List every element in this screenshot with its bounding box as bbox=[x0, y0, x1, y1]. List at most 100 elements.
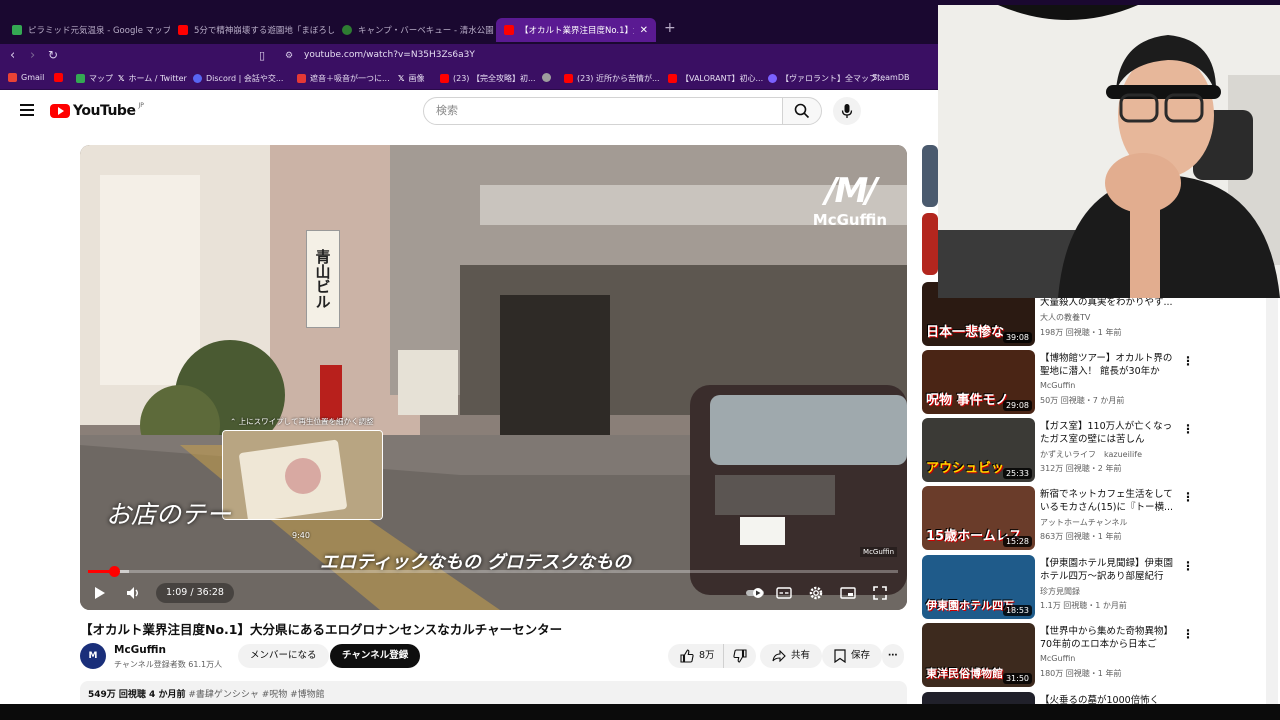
video-thumbnail[interactable]: 15歳ホームレス 15:28 bbox=[922, 486, 1035, 550]
more-options-icon[interactable]: ⋮ bbox=[1182, 354, 1194, 368]
browser-tab-active[interactable]: 【オカルト業界注目度No.1】大分県にある ✕ bbox=[496, 18, 656, 42]
new-tab-icon[interactable]: + bbox=[664, 20, 676, 36]
bookmark-label: (23) 【完全攻略】初... bbox=[453, 74, 536, 83]
search-input[interactable]: 検索 bbox=[423, 97, 783, 125]
autoplay-toggle[interactable] bbox=[743, 581, 767, 605]
more-actions-button[interactable]: ⋯ bbox=[882, 644, 904, 668]
more-options-icon[interactable]: ⋮ bbox=[1182, 627, 1194, 641]
thumbs-up-icon bbox=[680, 649, 694, 663]
logo-region: JP bbox=[138, 101, 144, 109]
bookmark-item[interactable]: (23) 【完全攻略】初... bbox=[440, 73, 536, 84]
close-tab-icon[interactable]: ✕ bbox=[640, 25, 648, 36]
partial-thumbnail[interactable] bbox=[922, 213, 938, 275]
save-button[interactable]: 保存 bbox=[822, 644, 883, 668]
recommendation-title[interactable]: 新宿でネットカフェ生活をしているモカさん(15)に『トー横... bbox=[1040, 488, 1174, 514]
bookmark-label: Discord | 会話や交... bbox=[206, 74, 284, 83]
video-thumbnail[interactable]: 伊東園ホテル四万 18:53 bbox=[922, 555, 1035, 619]
recommendation-channel[interactable]: かずえいライフ kazueilife bbox=[1040, 449, 1142, 460]
duration-badge: 25:33 bbox=[1002, 468, 1032, 479]
search-button[interactable] bbox=[782, 97, 822, 125]
recommendation-item[interactable]: 東洋民俗博物館 31:50 【世界中から集めた奇物異物】70年前のエロ本から日本ご… bbox=[922, 623, 1278, 689]
x-icon: 𝕏 bbox=[118, 74, 125, 83]
video-thumbnail[interactable]: 呪物 事件モノ 29:08 bbox=[922, 350, 1035, 414]
duration-badge: 29:08 bbox=[1002, 400, 1032, 411]
partial-thumbnail[interactable] bbox=[922, 145, 938, 207]
gmail-icon bbox=[8, 73, 17, 82]
bookmark-item[interactable]: SteamDB bbox=[872, 73, 909, 82]
mute-button[interactable] bbox=[122, 581, 146, 605]
back-icon[interactable]: ‹ bbox=[10, 48, 15, 63]
video-thumbnail[interactable]: アウシュビッ 25:33 bbox=[922, 418, 1035, 482]
settings-button[interactable] bbox=[804, 581, 828, 605]
scrubber-handle[interactable] bbox=[108, 566, 120, 577]
youtube-favicon-icon bbox=[504, 25, 514, 35]
miniplayer-button[interactable] bbox=[836, 581, 860, 605]
recommendation-title[interactable]: 【世界中から集めた奇物異物】70年前のエロ本から日本ご当... bbox=[1040, 625, 1174, 651]
forward-icon[interactable]: › bbox=[30, 48, 35, 63]
bookmark-item[interactable]: Gmail bbox=[8, 73, 44, 82]
bookmark-item[interactable]: 【VALORANT】初心... bbox=[668, 73, 763, 84]
recommendation-channel[interactable]: アットホームチャンネル bbox=[1040, 517, 1128, 528]
bookmark-item[interactable]: マップ bbox=[76, 73, 113, 84]
recommendation-title[interactable]: 【伊東園ホテル見聞録】伊東園ホテル四万〜訳あり部屋紀行#... bbox=[1040, 557, 1174, 583]
bookmark-item[interactable]: 遮音＋吸音が一つに... bbox=[297, 73, 390, 84]
time-display: 1:09 / 36:28 bbox=[156, 583, 234, 603]
fullscreen-button[interactable] bbox=[868, 581, 892, 605]
shop-icon bbox=[297, 74, 306, 83]
bookmark-item[interactable] bbox=[542, 73, 551, 82]
recommendation-item[interactable]: 15歳ホームレス 15:28 新宿でネットカフェ生活をしているモカさん(15)に『… bbox=[922, 486, 1278, 552]
recommendation-item[interactable]: アウシュビッ25:33 【ガス室】110万人が亡くなったガス室の壁には苦しんだ"… bbox=[922, 418, 1278, 484]
subscribe-button[interactable]: チャンネル登録 bbox=[330, 644, 421, 668]
recommendation-channel[interactable]: McGuffin bbox=[1040, 381, 1075, 390]
video-player[interactable]: /M/ McGuffin 青山ビル ⌃ 上にスワイプして再生位置を細かく調整 9… bbox=[80, 145, 907, 610]
progress-bar[interactable] bbox=[88, 566, 898, 577]
share-button[interactable]: 共有 bbox=[760, 644, 823, 668]
bookmark-item[interactable]: 【ヴァロラント】全マップ... bbox=[768, 73, 885, 84]
channel-avatar[interactable]: M bbox=[80, 643, 106, 669]
bookmark-item[interactable]: Discord | 会話や交... bbox=[193, 73, 283, 84]
bookmark-label: ホーム / Twitter bbox=[128, 74, 187, 83]
recommendation-channel[interactable]: McGuffin bbox=[1040, 654, 1075, 663]
bookmark-item[interactable]: 𝕏 画像 bbox=[398, 73, 424, 84]
tab-label: 【オカルト業界注目度No.1】大分県にある bbox=[520, 26, 634, 36]
youtube-logo[interactable]: YouTube JP bbox=[50, 101, 144, 119]
recommendation-title[interactable]: 【博物館ツアー】オカルト界の聖地に潜入！ 館長が30年かけ... bbox=[1040, 352, 1174, 378]
microphone-icon bbox=[841, 104, 853, 118]
bookmark-item[interactable]: 𝕏 ホーム / Twitter bbox=[118, 73, 187, 84]
subtitles-button[interactable] bbox=[772, 581, 796, 605]
video-thumbnail[interactable]: 東洋民俗博物館 31:50 bbox=[922, 623, 1035, 687]
bookmark-item[interactable] bbox=[54, 73, 63, 82]
duration-badge: 31:50 bbox=[1002, 673, 1032, 684]
dislike-button[interactable] bbox=[723, 644, 756, 668]
hashtags[interactable]: #書肆ゲンシシャ #呪物 #博物館 bbox=[188, 690, 324, 700]
reload-icon[interactable]: ↻ bbox=[48, 48, 58, 62]
video-frame bbox=[80, 145, 907, 610]
more-options-icon[interactable]: ⋮ bbox=[1182, 490, 1194, 504]
like-button[interactable]: 8万 bbox=[668, 644, 723, 668]
recommendation-channel[interactable]: 大人の教養TV bbox=[1040, 312, 1090, 323]
voice-search-button[interactable] bbox=[833, 97, 861, 125]
browser-tab[interactable]: 5分で精神崩壊する遊園地「まぼろし博覧会」 bbox=[170, 18, 334, 42]
bookmark-icon[interactable]: ▯ bbox=[259, 49, 265, 62]
channel-name[interactable]: McGuffin bbox=[114, 644, 166, 656]
play-button[interactable] bbox=[88, 581, 112, 605]
browser-tab[interactable]: ピラミッド元気温泉 - Google マップ bbox=[4, 18, 170, 42]
address-bar[interactable]: youtube.com/watch?v=N35H3Zs6a3Y bbox=[304, 50, 475, 60]
site-info-icon[interactable]: ⚙ bbox=[285, 51, 293, 61]
recommendation-item[interactable]: 伊東園ホテル四万 18:53 【伊東園ホテル見聞録】伊東園ホテル四万〜訳あり部屋紀… bbox=[922, 555, 1278, 621]
bookmark-item[interactable]: (23) 近所から苦情が... bbox=[564, 73, 660, 84]
join-button[interactable]: メンバーになる bbox=[238, 644, 329, 668]
menu-icon[interactable] bbox=[20, 104, 34, 116]
gear-icon bbox=[809, 586, 823, 600]
recommendation-title[interactable]: 【ガス室】110万人が亡くなったガス室の壁には苦しんだ"爪... bbox=[1040, 420, 1174, 446]
player-controls: 1:09 / 36:28 bbox=[80, 577, 907, 610]
share-label: 共有 bbox=[791, 650, 811, 661]
page-scrollbar[interactable] bbox=[1266, 298, 1278, 704]
play-icon bbox=[95, 587, 105, 599]
recommendation-channel[interactable]: 珍方見聞録 bbox=[1040, 586, 1080, 597]
more-options-icon[interactable]: ⋮ bbox=[1182, 559, 1194, 573]
bookmark-label: (23) 近所から苦情が... bbox=[577, 74, 660, 83]
more-options-icon[interactable]: ⋮ bbox=[1182, 422, 1194, 436]
browser-tab[interactable]: キャンプ・バーベキュー - 清水公園 公式ホ bbox=[334, 18, 494, 42]
recommendation-item[interactable]: 呪物 事件モノ 29:08 【博物館ツアー】オカルト界の聖地に潜入！ 館長が30年… bbox=[922, 350, 1278, 416]
